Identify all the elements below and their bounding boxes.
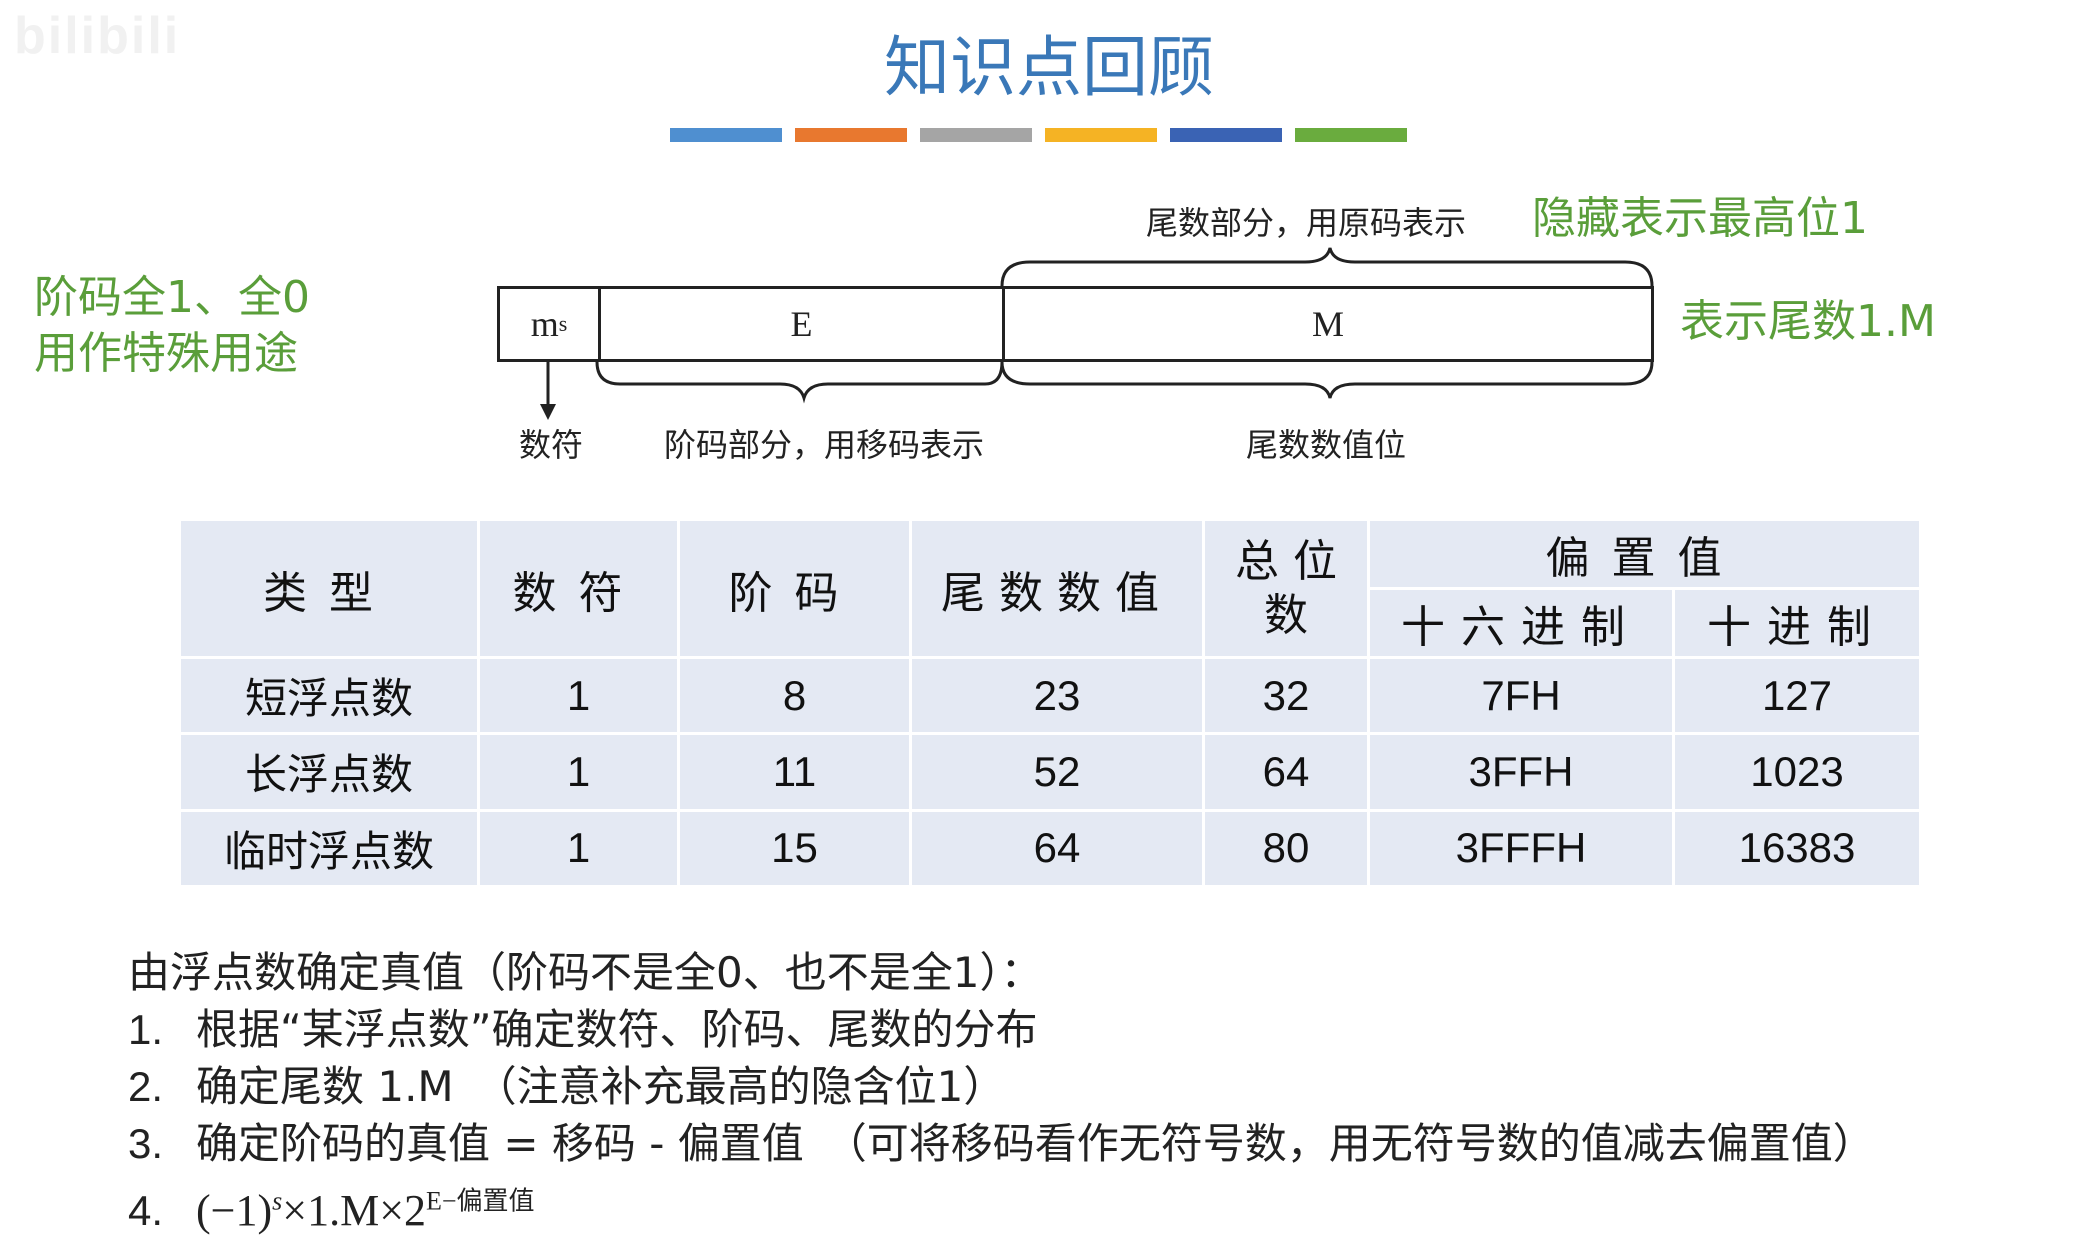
steps-intro: 由浮点数确定真值（阶码不是全0、也不是全1）：	[128, 948, 1043, 997]
step-number: 1.	[128, 1006, 164, 1053]
cell-mantissa: 64	[912, 811, 1202, 885]
header-total-bits-line-1: 总 位	[1235, 535, 1337, 587]
cell-type: 长浮点数	[181, 735, 477, 809]
header-bias: 偏置值	[1370, 521, 1919, 587]
formula-exponent: E−偏置值	[426, 1186, 535, 1215]
cell-bias-hex: 3FFFH	[1370, 811, 1672, 885]
cell-bias-dec: 127	[1675, 659, 1919, 733]
cell-sign: 1	[480, 735, 677, 809]
header-bias-dec: 十进制	[1675, 590, 1919, 656]
float-format-table: 类型 数符 阶码 尾数数值 总 位 数 偏置值 十六进制 十进制 短浮点数 1 …	[178, 518, 1922, 888]
header-exponent: 阶码	[680, 521, 909, 656]
sign-arrow-head	[540, 404, 556, 420]
step-text: 确定阶码的真值 = 移码 - 偏置值 （可将移码看作无符号数，用无符号数的值减去…	[196, 1119, 1875, 1168]
cell-type: 临时浮点数	[181, 811, 477, 885]
cell-bias-dec: 1023	[1675, 735, 1919, 809]
table-row: 长浮点数 1 11 52 64 3FFH 1023	[181, 735, 1919, 809]
header-type: 类型	[181, 521, 477, 656]
cell-mantissa: 52	[912, 735, 1202, 809]
cell-sign: 1	[480, 659, 677, 733]
mantissa-bottom-brace	[1000, 361, 1654, 399]
formula-sign-exponent: s	[272, 1186, 283, 1215]
cell-total: 64	[1205, 735, 1367, 809]
header-mantissa: 尾数数值	[912, 521, 1202, 656]
cell-total: 32	[1205, 659, 1367, 733]
cell-exponent: 8	[680, 659, 909, 733]
cell-total: 80	[1205, 811, 1367, 885]
header-total-bits: 总 位 数	[1205, 521, 1367, 656]
step-1: 1. 根据“某浮点数”确定数符、阶码、尾数的分布	[128, 1001, 1875, 1058]
true-value-formula: (−1)s×1.M×2E−偏置值	[196, 1186, 535, 1235]
cell-bias-hex: 3FFH	[1370, 735, 1672, 809]
step-3: 3. 确定阶码的真值 = 移码 - 偏置值 （可将移码看作无符号数，用无符号数的值…	[128, 1115, 1875, 1172]
step-number: 2.	[128, 1063, 164, 1110]
cell-mantissa: 23	[912, 659, 1202, 733]
cell-bias-dec: 16383	[1675, 811, 1919, 885]
step-4: 4. (−1)s×1.M×2E−偏置值	[128, 1172, 1875, 1239]
cell-bias-hex: 7FH	[1370, 659, 1672, 733]
step-number: 4.	[128, 1186, 164, 1234]
sign-label: 数符	[519, 426, 584, 464]
step-text: 确定尾数 1.M （注意补充最高的隐含位1）	[196, 1062, 1006, 1111]
steps-block: 由浮点数确定真值（阶码不是全0、也不是全1）： 1. 根据“某浮点数”确定数符、阶…	[128, 944, 1875, 1239]
table-row: 临时浮点数 1 15 64 80 3FFFH 16383	[181, 811, 1919, 885]
cell-exponent: 15	[680, 811, 909, 885]
table-row: 短浮点数 1 8 23 32 7FH 127	[181, 659, 1919, 733]
cell-sign: 1	[480, 811, 677, 885]
exponent-label: 阶码部分，用移码表示	[664, 426, 985, 464]
header-bias-hex: 十六进制	[1370, 590, 1672, 656]
cell-type: 短浮点数	[181, 659, 477, 733]
step-2: 2. 确定尾数 1.M （注意补充最高的隐含位1）	[128, 1058, 1875, 1115]
formula-base: (−1)	[196, 1185, 273, 1235]
step-number: 3.	[128, 1120, 164, 1167]
mantissa-bits-label: 尾数数值位	[1246, 426, 1407, 464]
step-text: 根据“某浮点数”确定数符、阶码、尾数的分布	[196, 1005, 1038, 1054]
formula-middle: ×1.M×2	[282, 1185, 427, 1235]
header-total-bits-line-2: 数	[1264, 589, 1308, 641]
exponent-bottom-brace	[595, 361, 1004, 404]
mantissa-top-brace	[1000, 247, 1654, 287]
table-header-row: 类型 数符 阶码 尾数数值 总 位 数 偏置值	[181, 521, 1919, 656]
cell-exponent: 11	[680, 735, 909, 809]
header-sign: 数符	[480, 521, 677, 656]
